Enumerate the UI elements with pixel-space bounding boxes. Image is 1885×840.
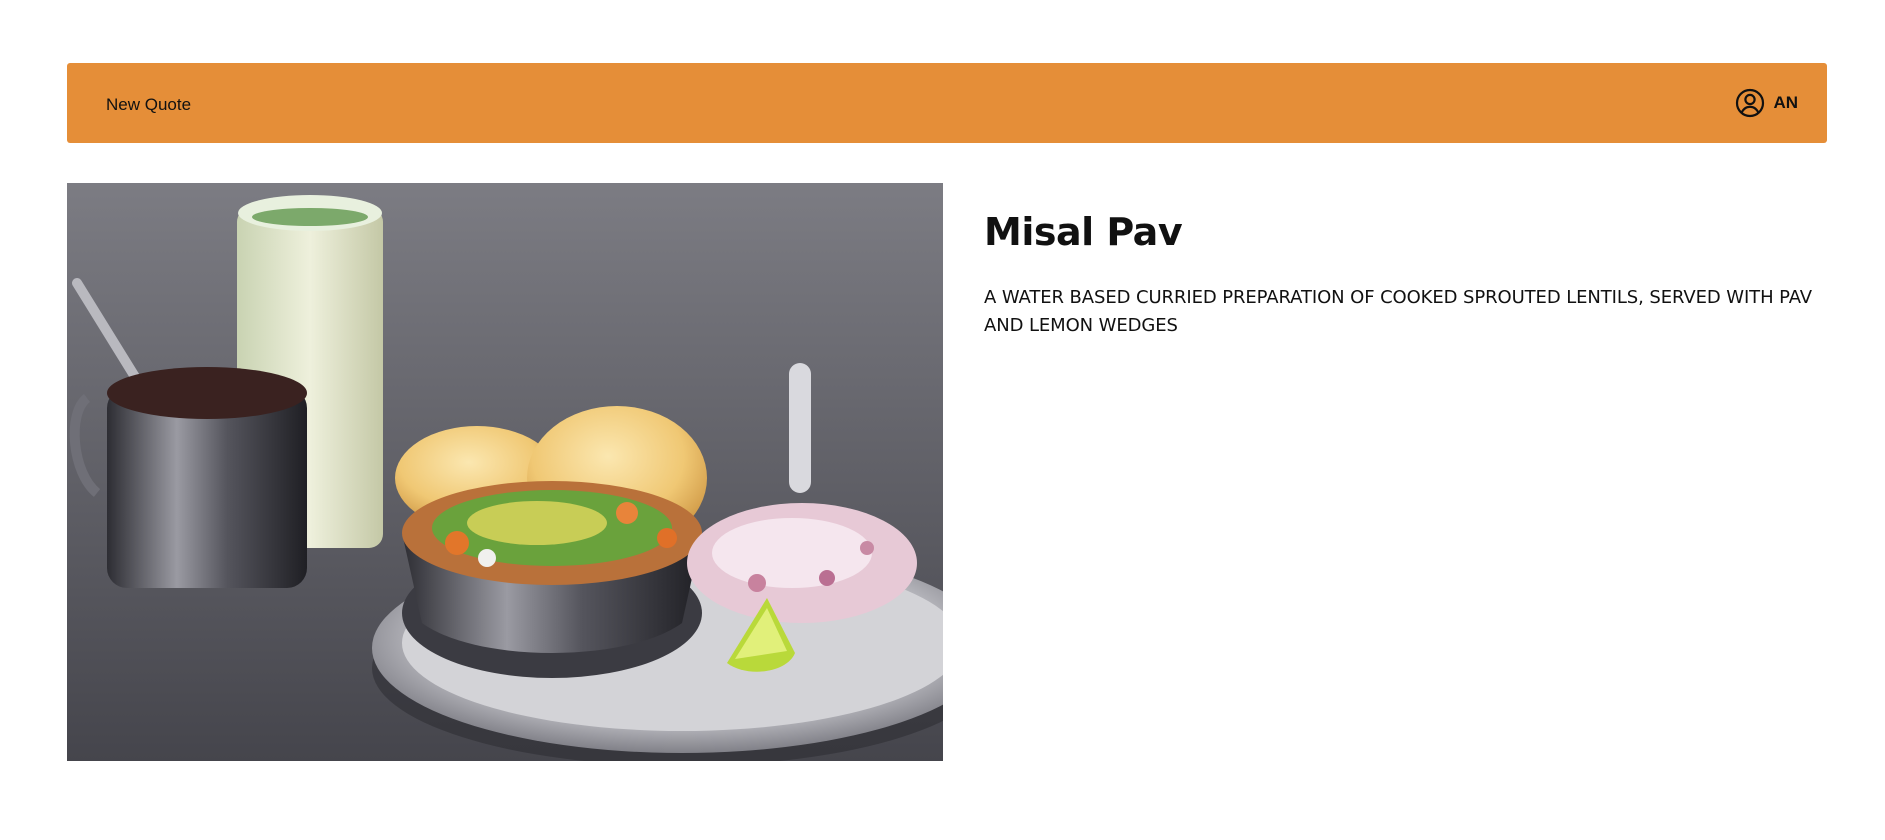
dish-detail: Misal Pav A WATER BASED CURRIED PREPARAT… [984,210,1824,340]
new-quote-link[interactable]: New Quote [106,95,191,115]
user-circle-icon [1736,88,1765,118]
navbar: New Quote AN [67,63,1827,143]
user-menu[interactable]: AN [1735,88,1798,118]
dish-image [67,183,943,761]
user-initials: AN [1773,93,1798,112]
dish-title: Misal Pav [984,210,1183,254]
dish-description: A WATER BASED CURRIED PREPARATION OF COO… [984,287,1813,336]
